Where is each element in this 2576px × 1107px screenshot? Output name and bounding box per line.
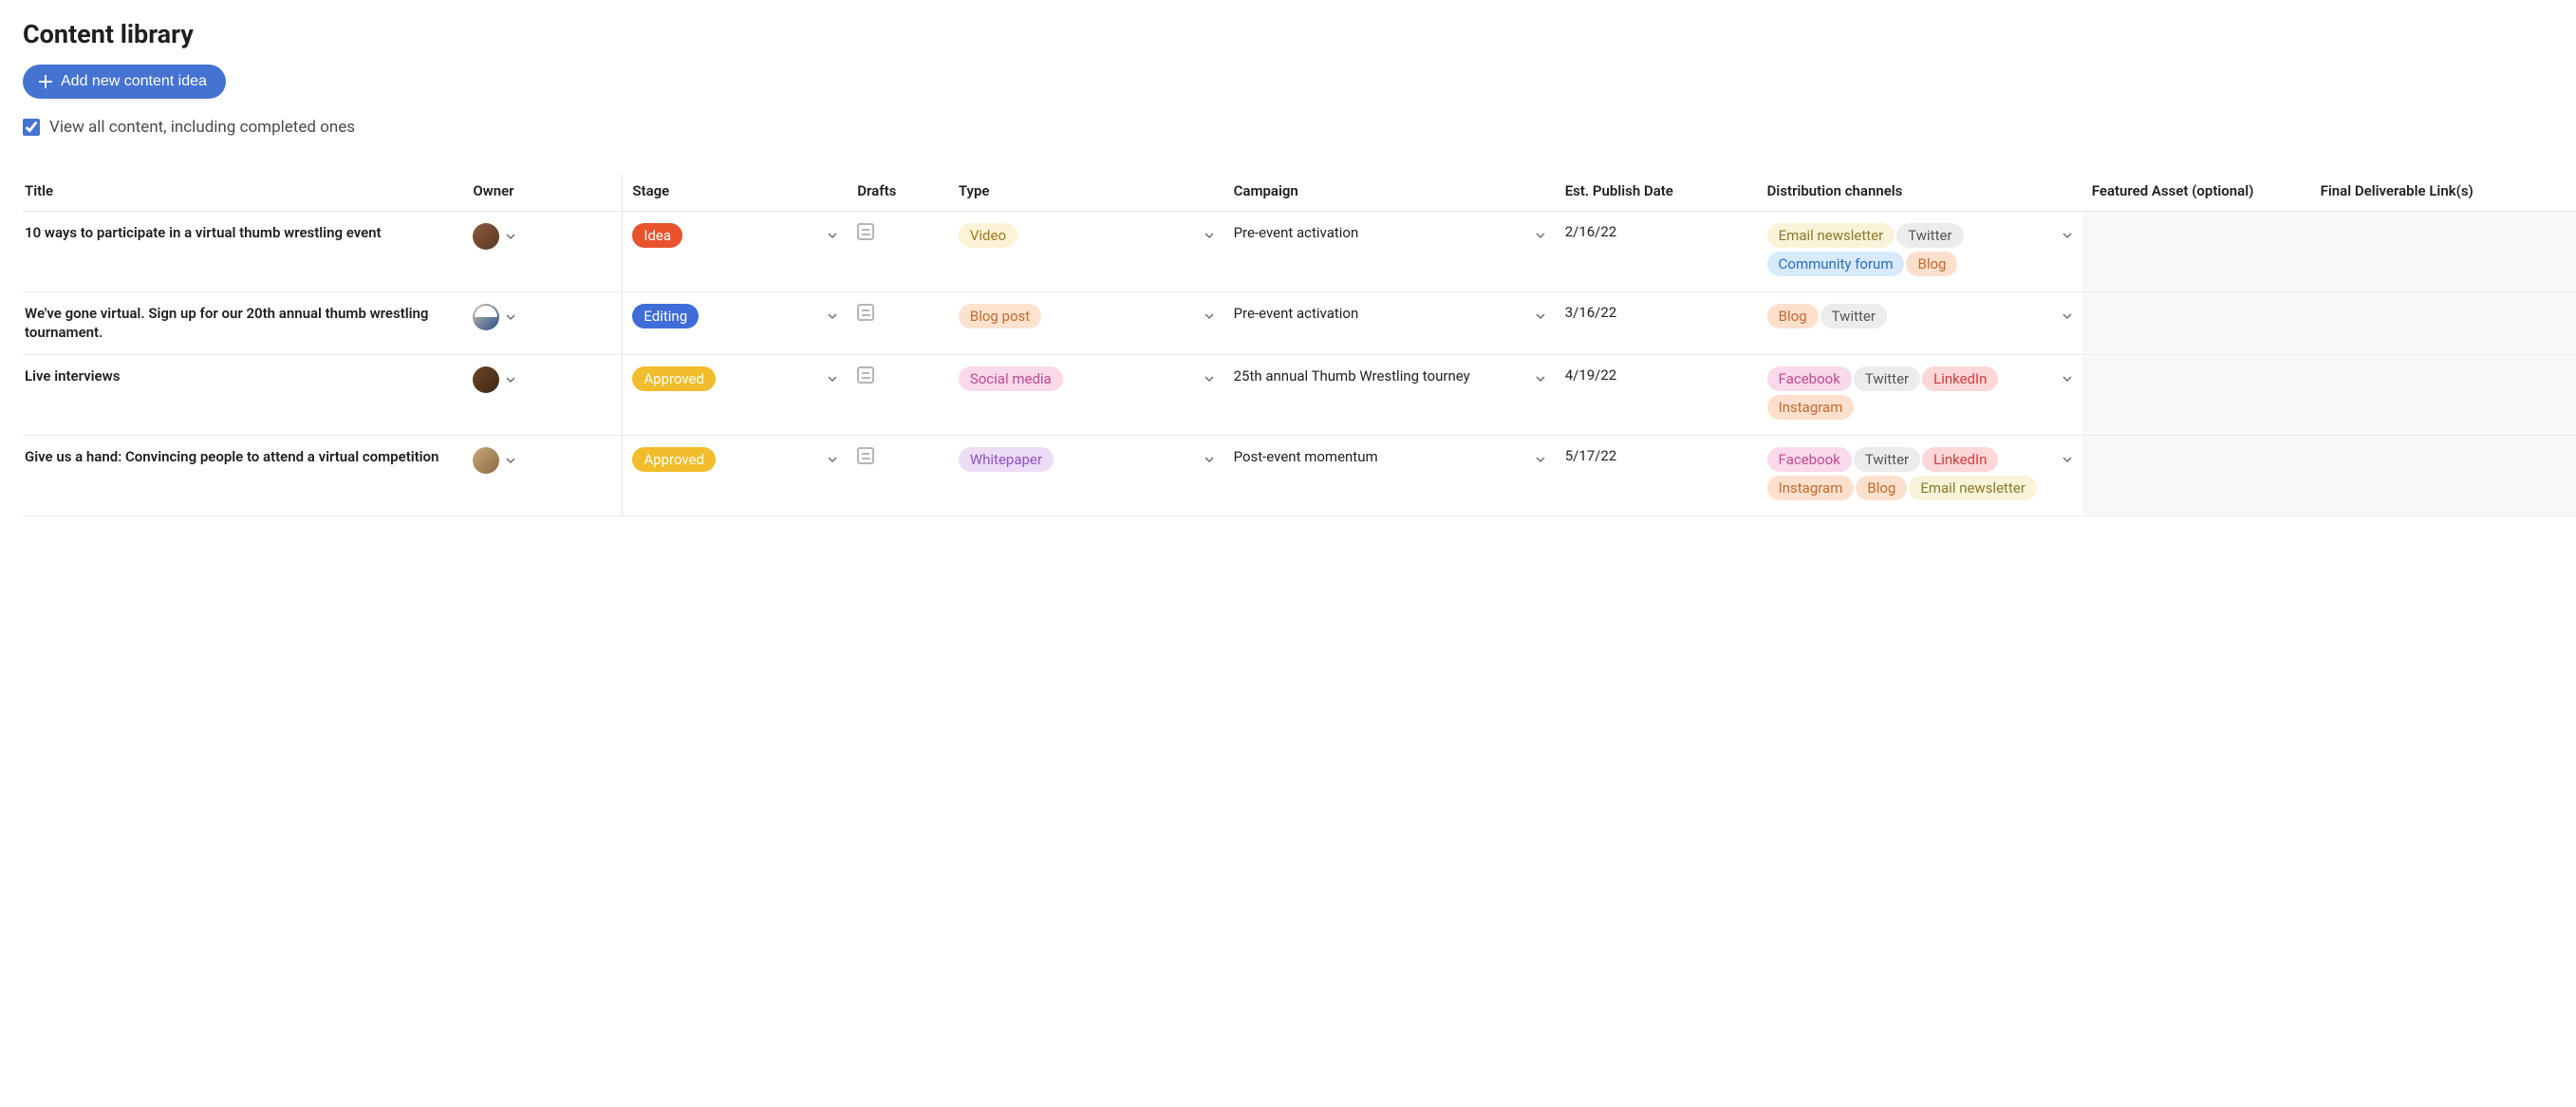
campaign-text[interactable]: Pre-event activation — [1234, 223, 1359, 242]
row-title[interactable]: 10 ways to participate in a virtual thum… — [25, 223, 454, 242]
type-dropdown[interactable] — [1204, 304, 1215, 328]
channel-pill[interactable]: Instagram — [1767, 395, 1855, 420]
stage-pill[interactable]: Approved — [632, 366, 716, 391]
channel-pill[interactable]: Twitter — [1820, 304, 1887, 328]
dist-dropdown[interactable] — [2062, 223, 2073, 248]
type-pill[interactable]: Blog post — [959, 304, 1041, 328]
stage-dropdown[interactable] — [827, 447, 838, 472]
plus-icon — [38, 74, 53, 89]
col-type[interactable]: Type — [949, 175, 1224, 212]
owner-avatar[interactable] — [473, 304, 499, 330]
col-date[interactable]: Est. Publish Date — [1556, 175, 1758, 212]
channel-pill[interactable]: Community forum — [1767, 252, 1905, 276]
publish-date[interactable]: 4/19/22 — [1565, 366, 1617, 384]
channel-pill[interactable]: Blog — [1767, 304, 1819, 328]
final-link-cell[interactable] — [2311, 292, 2576, 355]
dist-dropdown[interactable] — [2062, 366, 2073, 391]
channel-pill[interactable]: Twitter — [1896, 223, 1963, 248]
channel-pill[interactable]: Facebook — [1767, 447, 1852, 472]
dist-dropdown[interactable] — [2062, 304, 2073, 328]
featured-asset-cell[interactable] — [2082, 354, 2311, 435]
campaign-dropdown[interactable] — [1535, 223, 1546, 248]
owner-dropdown[interactable] — [505, 305, 516, 329]
content-table: Title Owner Stage Drafts Type Campaign E… — [23, 175, 2576, 516]
type-dropdown[interactable] — [1204, 366, 1215, 391]
campaign-text[interactable]: 25th annual Thumb Wrestling tourney — [1234, 366, 1470, 385]
dist-dropdown[interactable] — [2062, 447, 2073, 472]
owner-dropdown[interactable] — [505, 224, 516, 249]
row-title[interactable]: We've gone virtual. Sign up for our 20th… — [25, 304, 454, 343]
channel-pill[interactable]: Blog — [1906, 252, 1957, 276]
campaign-dropdown[interactable] — [1535, 366, 1546, 391]
col-stage[interactable]: Stage — [623, 175, 848, 212]
row-title[interactable]: Live interviews — [25, 366, 454, 385]
final-link-cell[interactable] — [2311, 212, 2576, 292]
type-pill[interactable]: Whitepaper — [959, 447, 1054, 472]
owner-dropdown[interactable] — [505, 367, 516, 392]
campaign-dropdown[interactable] — [1535, 304, 1546, 328]
draft-icon[interactable] — [857, 304, 874, 321]
view-all-checkbox[interactable] — [23, 119, 40, 136]
type-pill[interactable]: Video — [959, 223, 1017, 248]
page-title: Content library — [23, 19, 2576, 49]
stage-pill[interactable]: Editing — [632, 304, 699, 328]
stage-pill[interactable]: Approved — [632, 447, 716, 472]
channel-pill[interactable]: Email newsletter — [1767, 223, 1895, 248]
final-link-cell[interactable] — [2311, 435, 2576, 516]
type-pill[interactable]: Social media — [959, 366, 1063, 391]
col-drafts[interactable]: Drafts — [848, 175, 949, 212]
owner-avatar[interactable] — [473, 366, 499, 393]
col-featured[interactable]: Featured Asset (optional) — [2082, 175, 2311, 212]
row-title[interactable]: Give us a hand: Convincing people to att… — [25, 447, 454, 466]
stage-pill[interactable]: Idea — [632, 223, 682, 248]
table-row: Give us a hand: Convincing people to att… — [23, 435, 2576, 516]
col-title[interactable]: Title — [23, 175, 463, 212]
add-content-button[interactable]: Add new content idea — [23, 65, 226, 99]
channel-pill[interactable]: Email newsletter — [1909, 476, 2037, 500]
campaign-text[interactable]: Post-event momentum — [1234, 447, 1378, 466]
campaign-dropdown[interactable] — [1535, 447, 1546, 472]
featured-asset-cell[interactable] — [2082, 292, 2311, 355]
draft-icon[interactable] — [857, 223, 874, 240]
publish-date[interactable]: 5/17/22 — [1565, 447, 1617, 464]
col-dist[interactable]: Distribution channels — [1758, 175, 2082, 212]
campaign-text[interactable]: Pre-event activation — [1234, 304, 1359, 323]
col-campaign[interactable]: Campaign — [1224, 175, 1556, 212]
owner-avatar[interactable] — [473, 223, 499, 250]
publish-date[interactable]: 2/16/22 — [1565, 223, 1617, 240]
view-all-label: View all content, including completed on… — [49, 118, 355, 137]
publish-date[interactable]: 3/16/22 — [1565, 304, 1617, 321]
owner-avatar[interactable] — [473, 447, 499, 474]
table-row: We've gone virtual. Sign up for our 20th… — [23, 292, 2576, 355]
add-content-label: Add new content idea — [61, 73, 207, 90]
view-all-checkbox-row: View all content, including completed on… — [23, 118, 2576, 137]
draft-icon[interactable] — [857, 447, 874, 464]
channel-pill[interactable]: Instagram — [1767, 476, 1855, 500]
type-dropdown[interactable] — [1204, 447, 1215, 472]
final-link-cell[interactable] — [2311, 354, 2576, 435]
channel-pill[interactable]: Twitter — [1854, 447, 1920, 472]
col-final[interactable]: Final Deliverable Link(s) — [2311, 175, 2576, 212]
stage-dropdown[interactable] — [827, 223, 838, 248]
table-row: 10 ways to participate in a virtual thum… — [23, 212, 2576, 292]
col-owner[interactable]: Owner — [463, 175, 623, 212]
channel-pill[interactable]: LinkedIn — [1922, 447, 1998, 472]
table-row: Live interviews Approved Social media 25… — [23, 354, 2576, 435]
table-header-row: Title Owner Stage Drafts Type Campaign E… — [23, 175, 2576, 212]
draft-icon[interactable] — [857, 366, 874, 384]
stage-dropdown[interactable] — [827, 366, 838, 391]
channel-pill[interactable]: Blog — [1856, 476, 1907, 500]
stage-dropdown[interactable] — [827, 304, 838, 328]
channel-pill[interactable]: LinkedIn — [1922, 366, 1998, 391]
type-dropdown[interactable] — [1204, 223, 1215, 248]
channel-pill[interactable]: Facebook — [1767, 366, 1852, 391]
owner-dropdown[interactable] — [505, 448, 516, 473]
featured-asset-cell[interactable] — [2082, 212, 2311, 292]
featured-asset-cell[interactable] — [2082, 435, 2311, 516]
channel-pill[interactable]: Twitter — [1854, 366, 1920, 391]
